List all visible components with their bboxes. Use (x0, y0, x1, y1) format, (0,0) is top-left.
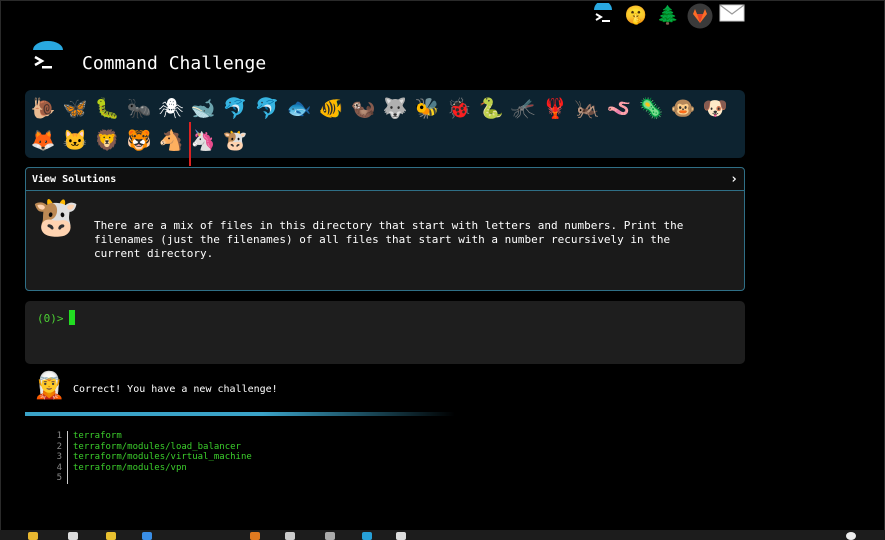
snail-icon[interactable]: 🐌 (27, 92, 59, 124)
microbe-icon[interactable]: 🦠 (635, 92, 667, 124)
gitlab-icon[interactable] (687, 3, 713, 29)
cat-icon[interactable]: 🐱 (59, 124, 91, 156)
output-text: terraform (73, 431, 122, 441)
mail-icon[interactable] (719, 3, 745, 29)
line-number: 3 (50, 452, 68, 463)
taskbar-app-icon[interactable] (142, 532, 152, 540)
dog-icon[interactable]: 🐶 (699, 92, 731, 124)
mosquito-icon[interactable]: 🦟 (507, 92, 539, 124)
taskbar-folder-icon[interactable] (28, 532, 38, 540)
command-output: 1 terraform 2 terraform/modules/load_bal… (50, 431, 252, 484)
output-line: 4 terraform/modules/vpn (50, 462, 252, 473)
taskbar-mail-icon[interactable] (68, 532, 78, 540)
taskbar-app-icon[interactable] (106, 532, 116, 540)
terminal-cursor (69, 310, 75, 325)
command-challenge-icon[interactable] (591, 3, 617, 29)
snake-icon[interactable]: 🐍 (475, 92, 507, 124)
tiger-icon[interactable]: 🐯 (123, 124, 155, 156)
terminal-input[interactable]: (0)> (25, 301, 745, 364)
taskbar-app-icon[interactable] (285, 532, 295, 540)
current-position-marker (189, 122, 191, 166)
chevron-right-icon[interactable]: › (730, 172, 738, 187)
view-solutions-header[interactable]: View Solutions › (26, 168, 744, 191)
dolphin-icon[interactable]: 🐬 (219, 92, 251, 124)
unicorn-icon[interactable]: 🦄 (187, 124, 219, 156)
line-number: 1 (50, 431, 68, 442)
spider-icon[interactable]: 🕷 (155, 92, 187, 124)
lion-icon[interactable]: 🦁 (91, 124, 123, 156)
terminal-prompt: (0)> (37, 312, 64, 325)
output-line: 1 terraform (50, 431, 252, 442)
elf-avatar-icon: 🧝 (33, 371, 66, 401)
ladybug-icon[interactable]: 🐞 (443, 92, 475, 124)
taskbar-app-icon[interactable] (396, 532, 406, 540)
line-number: 2 (50, 441, 68, 452)
lobster-icon[interactable]: 🦞 (539, 92, 571, 124)
tree-icon[interactable]: 🌲 (655, 3, 681, 29)
shush-emoji-icon[interactable]: 🤫 (623, 3, 649, 29)
output-text: terraform/modules/virtual_machine (73, 452, 252, 462)
horse-icon[interactable]: 🐴 (155, 124, 187, 156)
whale-icon[interactable]: 🐋 (187, 92, 219, 124)
output-line: 2 terraform/modules/load_balancer (50, 441, 252, 452)
tropical-fish-icon[interactable]: 🐠 (315, 92, 347, 124)
fly-icon[interactable]: 🦗 (571, 92, 603, 124)
taskbar-tray-icon[interactable] (846, 532, 856, 540)
otter-icon[interactable]: 🦦 (347, 92, 379, 124)
bee-icon[interactable]: 🐝 (411, 92, 443, 124)
fish-icon[interactable]: 🐟 (283, 92, 315, 124)
tray-row-2: 🦊 🐱 🦁 🐯 🐴 🦄 🐮 (27, 124, 251, 156)
worm-icon[interactable]: 🪱 (603, 92, 635, 124)
line-number: 4 (50, 462, 68, 473)
challenge-panel: View Solutions › 🐮 There are a mix of fi… (25, 167, 745, 291)
cow-avatar-icon: 🐮 (32, 195, 80, 239)
output-line: 5 (50, 473, 252, 484)
butterfly-icon[interactable]: 🦋 (59, 92, 91, 124)
ant-icon[interactable]: 🐜 (123, 92, 155, 124)
output-line: 3 terraform/modules/virtual_machine (50, 452, 252, 463)
taskbar-browser-icon[interactable] (250, 532, 260, 540)
challenge-progress-tray: 🐌 🦋 🐛 🐜 🕷 🐋 🐬 🐬 🐟 🐠 🦦 🐺 🐝 🐞 🐍 🦟 🦞 🦗 🪱 🦠 🐵 🐶 🦊 🐱 🦁 🐯 🐴 🦄 🐮 (25, 90, 745, 166)
view-solutions-label[interactable]: View Solutions (32, 174, 116, 185)
fox-icon[interactable]: 🦊 (27, 124, 59, 156)
caterpillar-icon[interactable]: 🐛 (91, 92, 123, 124)
output-text: terraform/modules/vpn (73, 462, 187, 473)
tray-row-1: 🐌 🦋 🐛 🐜 🕷 🐋 🐬 🐬 🐟 🐠 🦦 🐺 🐝 🐞 🐍 🦟 🦞 🦗 🪱 🦠 🐵 🐶 (27, 92, 731, 124)
command-challenge-logo[interactable] (30, 40, 66, 80)
monkey-icon[interactable]: 🐵 (667, 92, 699, 124)
output-text: terraform/modules/load_balancer (73, 441, 241, 452)
taskbar-app-icon[interactable] (362, 532, 372, 540)
line-number: 5 (50, 473, 68, 484)
wolf-icon[interactable]: 🐺 (379, 92, 411, 124)
challenge-description: There are a mix of files in this directo… (94, 219, 684, 260)
os-taskbar (0, 530, 885, 540)
feedback-message: Correct! You have a new challenge! (73, 384, 278, 395)
feedback-divider (25, 412, 455, 416)
shark-icon[interactable]: 🐬 (251, 92, 283, 124)
top-nav: 🤫 🌲 (591, 3, 745, 29)
taskbar-app-icon[interactable] (325, 532, 335, 540)
cow-icon[interactable]: 🐮 (219, 124, 251, 156)
page-title: Command Challenge (82, 53, 267, 74)
